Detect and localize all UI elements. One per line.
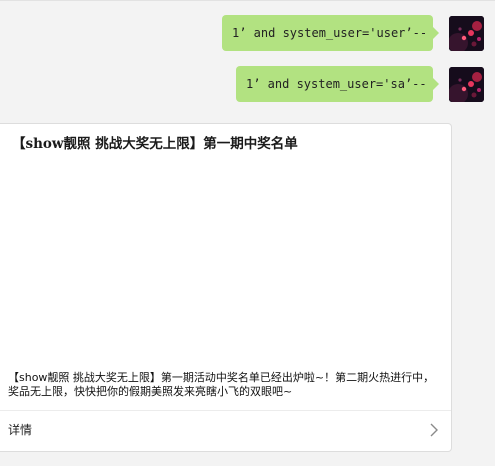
chevron-right-icon[interactable] — [429, 422, 439, 438]
window-top-border — [0, 0, 495, 1]
card-description: 【show靓照 挑战大奖无上限】第一期活动中奖名单已经出炉啦~！第二期火热进行中… — [8, 371, 435, 398]
message-bubble[interactable]: 1’ and system_user='user’-- — [222, 15, 439, 51]
message-text: 1’ and system_user='sa’-- — [246, 77, 427, 91]
user-avatar-icon[interactable] — [449, 16, 484, 51]
card-divider — [0, 410, 451, 411]
user-avatar-icon[interactable] — [449, 67, 484, 102]
chat-message: 1’ and system_user='sa’-- — [0, 66, 495, 106]
article-card[interactable]: 【show靓照 挑战大奖无上限】第一期中奖名单 【show靓照 挑战大奖无上限】… — [0, 123, 452, 452]
card-title: 【show靓照 挑战大奖无上限】第一期中奖名单 — [12, 136, 298, 152]
message-bubble[interactable]: 1’ and system_user='sa’-- — [236, 66, 439, 102]
message-text: 1’ and system_user='user’-- — [232, 26, 428, 40]
detail-link[interactable]: 详情 — [8, 422, 32, 438]
chat-message: 1’ and system_user='user’-- — [0, 15, 495, 55]
